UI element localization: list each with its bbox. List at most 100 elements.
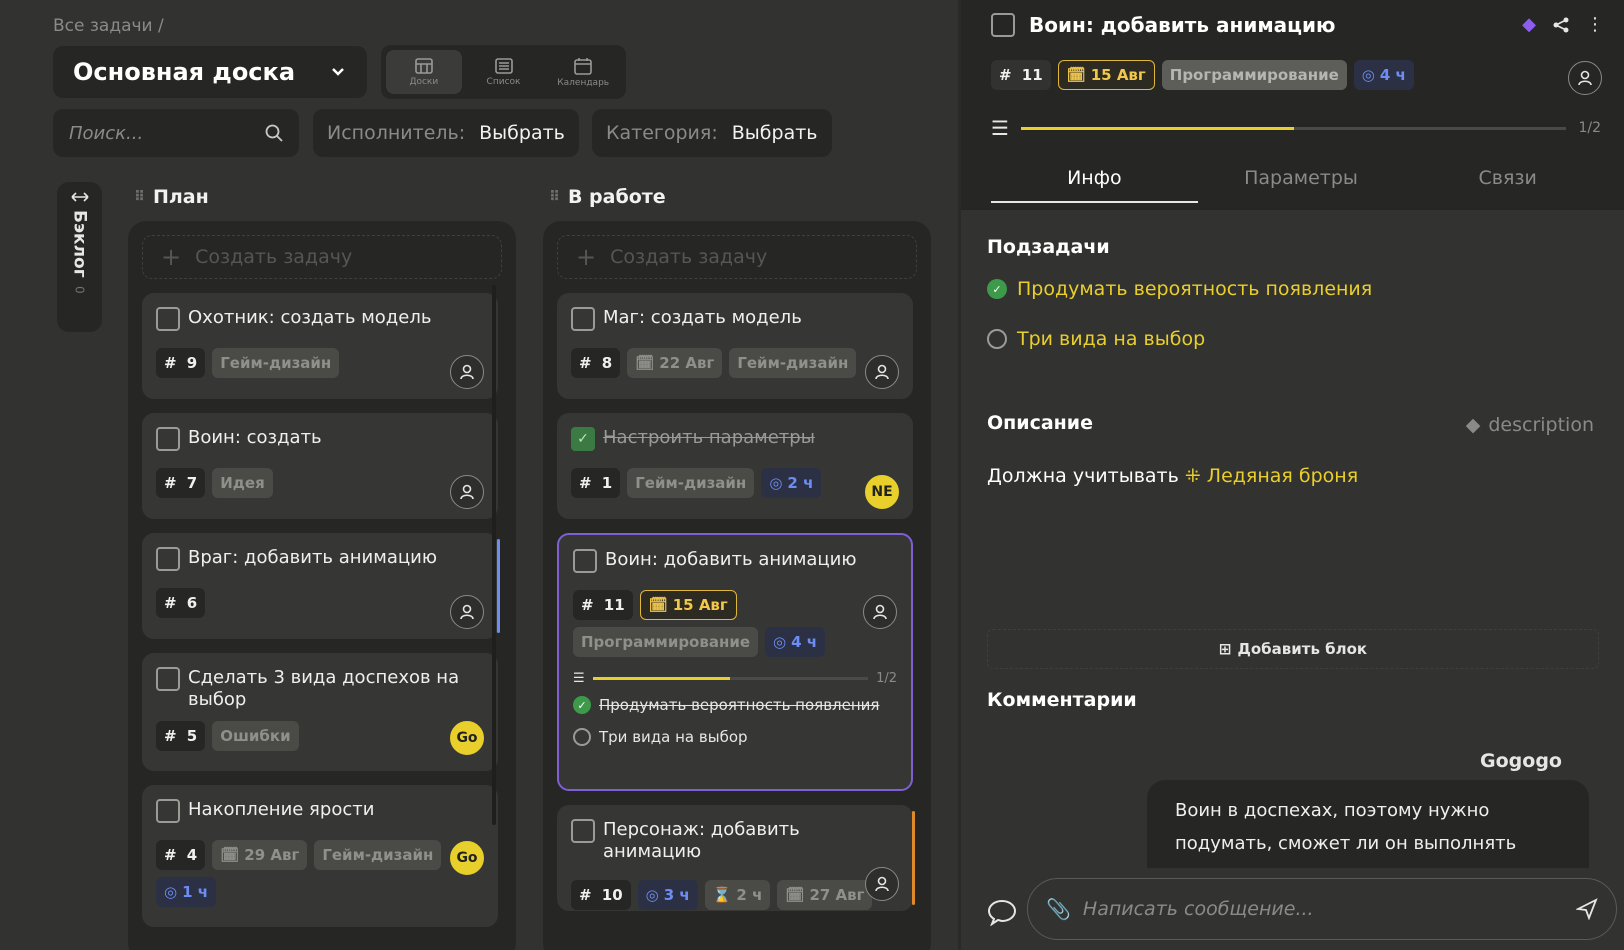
- task-checkbox[interactable]: [156, 799, 180, 823]
- circle-icon[interactable]: [987, 329, 1007, 349]
- tab-info[interactable]: Инфо: [991, 167, 1198, 203]
- time-estimate-value: 4 ч: [791, 633, 818, 651]
- check-circle-icon[interactable]: ✓: [573, 696, 591, 714]
- comment-bubble: Воин в доспехах, поэтому нужно подумать,…: [1147, 780, 1589, 870]
- board-selector[interactable]: Основная доска: [53, 46, 367, 98]
- view-board-button[interactable]: Доски: [386, 50, 462, 94]
- task-card[interactable]: Воин: создать # 7 Идея: [142, 413, 498, 519]
- description-tag-label: description: [1488, 414, 1594, 436]
- description-tag[interactable]: ◆ description: [1466, 414, 1594, 436]
- detail-subtask-text: Продумать вероятность появления: [1017, 278, 1373, 300]
- detail-due-date[interactable]: 🗓 15 Авг: [1057, 60, 1155, 90]
- assignee-avatar[interactable]: [865, 355, 899, 389]
- assignee-avatar[interactable]: [450, 595, 484, 629]
- detail-time-estimate[interactable]: ◎ 4 ч: [1353, 60, 1414, 90]
- assignee-avatar[interactable]: [450, 355, 484, 389]
- calendar-clock-icon: 🗓: [648, 596, 668, 614]
- create-task-button[interactable]: + Создать задачу: [557, 235, 917, 279]
- column-in-progress: + Создать задачу Маг: создать модель # 8 …: [543, 221, 931, 950]
- task-number: # 7: [156, 468, 206, 498]
- time-estimate-value: 3 ч: [663, 886, 690, 904]
- tab-parameters[interactable]: Параметры: [1198, 167, 1405, 203]
- task-checkbox[interactable]: [571, 819, 595, 843]
- check-circle-icon[interactable]: ✓: [987, 279, 1007, 299]
- message-input[interactable]: 📎 Написать сообщение...: [1027, 878, 1617, 940]
- detail-title[interactable]: Воин: добавить анимацию: [1029, 13, 1335, 37]
- circle-icon[interactable]: [573, 728, 591, 746]
- task-number-value: 6: [186, 594, 198, 612]
- detail-subtask-item[interactable]: ✓ Продумать вероятность появления: [987, 278, 1372, 300]
- hourglass-icon: ⌛: [712, 886, 732, 904]
- view-list-button[interactable]: Список: [466, 50, 542, 94]
- view-switcher: Доски Список Календарь: [381, 45, 626, 99]
- task-checkbox[interactable]: [156, 667, 180, 691]
- drag-handle-icon[interactable]: ⠿: [549, 189, 560, 205]
- detail-category[interactable]: Программирование: [1161, 60, 1347, 90]
- time-estimate-value: 1 ч: [182, 883, 209, 901]
- due-date-value: 22 Авг: [659, 354, 715, 372]
- assignee-avatar[interactable]: [450, 475, 484, 509]
- subtask-item[interactable]: ✓ Продумать вероятность появления: [573, 696, 897, 714]
- task-card[interactable]: ✓ Настроить параметры # 1 Гейм-дизайн ◎ 2 …: [557, 413, 913, 519]
- task-checkbox[interactable]: [571, 307, 595, 331]
- task-checkbox[interactable]: [156, 307, 180, 331]
- purple-tag-icon[interactable]: ◆: [1522, 14, 1536, 35]
- description-link[interactable]: ⁜ Ледяная броня: [1185, 465, 1358, 487]
- create-task-label: Создать задачу: [195, 246, 353, 268]
- backlog-toggle[interactable]: Бэклог 0: [57, 182, 102, 332]
- subtask-text: Три вида на выбор: [599, 728, 748, 746]
- task-card[interactable]: Охотник: создать модель # 9 Гейм-дизайн: [142, 293, 498, 399]
- tab-links[interactable]: Связи: [1404, 167, 1611, 203]
- category-filter[interactable]: Категория: Выбрать: [592, 109, 832, 157]
- add-block-label: Добавить блок: [1237, 640, 1368, 658]
- assignee-avatar[interactable]: Go: [450, 721, 484, 755]
- task-card[interactable]: Персонаж: добавить анимацию # 10 ◎ 3 ч ⌛ 2…: [557, 805, 915, 911]
- assignee-avatar[interactable]: NE: [865, 475, 899, 509]
- task-card[interactable]: Сделать 3 вида доспехов на выбор # 5 Оши…: [142, 653, 498, 771]
- detail-assignee-avatar[interactable]: [1568, 61, 1602, 95]
- task-card[interactable]: Маг: создать модель # 8 🗓 22 Авг Гейм-диз…: [557, 293, 913, 399]
- task-checkbox[interactable]: [573, 549, 597, 573]
- assignee-filter[interactable]: Исполнитель: Выбрать: [313, 109, 579, 157]
- task-card[interactable]: Накопление ярости # 4 🗓 29 Авг Гейм-дизай…: [142, 785, 498, 927]
- message-placeholder: Написать сообщение...: [1082, 898, 1314, 920]
- create-task-button[interactable]: + Создать задачу: [142, 235, 502, 279]
- column-scrollbar[interactable]: [492, 285, 496, 825]
- paperclip-icon[interactable]: 📎: [1046, 897, 1071, 921]
- column-header-in-progress[interactable]: ⠿ В работе: [549, 186, 666, 208]
- detail-subtask-item[interactable]: Три вида на выбор: [987, 328, 1205, 350]
- assignee-avatar[interactable]: [865, 867, 899, 901]
- task-card[interactable]: Враг: добавить анимацию # 6: [142, 533, 500, 639]
- chat-bubble-icon[interactable]: [987, 898, 1017, 926]
- description-body[interactable]: Должна учитывать ⁜ Ледяная броня: [987, 465, 1358, 487]
- drag-handle-icon[interactable]: ⠿: [134, 189, 145, 205]
- task-title: Настроить параметры: [603, 427, 815, 448]
- time-estimate-tag: ◎ 4 ч: [765, 627, 826, 657]
- calendar-clock-icon: 🗓: [1066, 66, 1086, 84]
- assignee-avatar[interactable]: [863, 595, 897, 629]
- column-title: В работе: [567, 186, 666, 208]
- user-icon: [460, 364, 474, 380]
- board-area: Все задачи / Основная доска Доски Список…: [0, 0, 960, 950]
- backlog-count: 0: [72, 285, 87, 294]
- subtask-item[interactable]: Три вида на выбор: [573, 728, 897, 746]
- detail-checkbox[interactable]: [991, 13, 1015, 37]
- task-checkbox[interactable]: [156, 547, 180, 571]
- task-card-selected[interactable]: Воин: добавить анимацию # 11 🗓 15 Авг Про…: [557, 533, 913, 791]
- task-checkbox[interactable]: [156, 427, 180, 451]
- add-block-button[interactable]: ⊞ Добавить блок: [987, 629, 1599, 669]
- task-checkbox-checked[interactable]: ✓: [571, 427, 595, 451]
- more-vertical-icon[interactable]: ⋮: [1586, 14, 1604, 35]
- share-icon[interactable]: [1552, 16, 1570, 34]
- category-filter-key: Категория:: [606, 122, 718, 144]
- view-calendar-button[interactable]: Календарь: [545, 50, 621, 94]
- user-icon: [873, 604, 887, 620]
- column-header-plan[interactable]: ⠿ План: [134, 186, 209, 208]
- breadcrumb[interactable]: Все задачи /: [53, 16, 164, 36]
- assignee-avatar[interactable]: Go: [450, 841, 484, 875]
- user-icon: [875, 876, 889, 892]
- task-number: # 6: [156, 588, 206, 618]
- backlog-label: Бэклог: [69, 210, 90, 278]
- send-icon[interactable]: [1576, 898, 1598, 920]
- search-input[interactable]: Поиск...: [53, 109, 299, 157]
